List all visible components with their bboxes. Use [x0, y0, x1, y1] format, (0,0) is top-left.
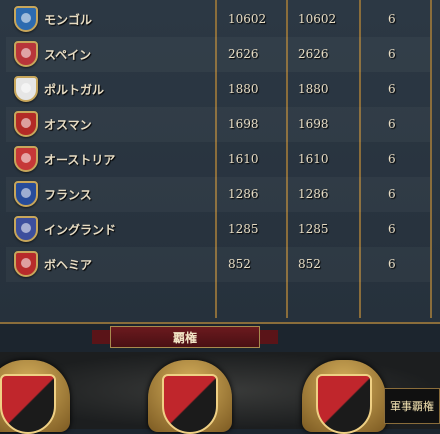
score-current: 1286 — [298, 187, 329, 201]
score-total: 1286 — [228, 187, 259, 201]
country-name: オスマン — [44, 118, 92, 132]
banner-ribbon-right — [258, 330, 278, 344]
rank-value: 6 — [388, 47, 396, 61]
country-name: イングランド — [44, 223, 117, 237]
country-name: ボヘミア — [44, 258, 93, 272]
score-current: 2626 — [298, 47, 329, 61]
red-yellow-shield-icon — [14, 41, 38, 67]
ranking-panel: モンゴル 10602 10602 6 スペイン 2626 2626 6 ポルトガル 1880 188… — [0, 0, 440, 324]
score-total: 1285 — [228, 222, 259, 236]
rank-value: 6 — [388, 152, 396, 166]
country-row[interactable]: オーストリア 1610 1610 6 — [6, 142, 430, 177]
rank-value: 6 — [388, 117, 396, 131]
hegemony-tooltip: 軍事覇権 — [384, 388, 440, 424]
country-name: スペイン — [44, 48, 92, 62]
score-current: 1610 — [298, 152, 329, 166]
country-name: モンゴル — [44, 13, 93, 27]
score-current: 1698 — [298, 117, 329, 131]
military-crest-icon[interactable] — [0, 360, 70, 434]
country-row[interactable]: モンゴル 10602 10602 6 — [6, 2, 430, 37]
country-row[interactable]: フランス 1286 1286 6 — [6, 177, 430, 212]
score-current: 1285 — [298, 222, 329, 236]
rank-value: 6 — [388, 187, 396, 201]
score-total: 852 — [228, 257, 251, 271]
hegemony-crests-area — [0, 352, 440, 434]
fleur-de-lis-shield-icon — [14, 181, 38, 207]
country-name: オーストリア — [44, 153, 116, 167]
trade-crest-icon[interactable] — [148, 360, 232, 434]
crescent-shield-icon — [14, 111, 38, 137]
rank-value: 6 — [388, 82, 396, 96]
rank-value: 6 — [388, 257, 396, 271]
country-row[interactable]: オスマン 1698 1698 6 — [6, 107, 430, 142]
blue-shield-icon — [14, 6, 38, 32]
score-current: 10602 — [298, 12, 337, 26]
banner-ribbon-left — [92, 330, 112, 344]
banner-label: 覇権 — [172, 330, 197, 345]
hegemony-banner: 覇権 — [110, 326, 260, 348]
culture-crest-icon[interactable] — [302, 360, 386, 434]
score-current: 852 — [298, 257, 321, 271]
country-name: フランス — [44, 188, 92, 202]
score-current: 1880 — [298, 82, 329, 96]
country-row[interactable]: スペイン 2626 2626 6 — [6, 37, 430, 72]
country-name: ポルトガル — [44, 83, 105, 97]
lion-shield-icon — [14, 251, 38, 277]
tooltip-label: 軍事覇権 — [390, 400, 434, 413]
score-total: 1610 — [228, 152, 259, 166]
country-row[interactable]: ポルトガル 1880 1880 6 — [6, 72, 430, 107]
column-divider — [430, 0, 432, 318]
country-row[interactable]: イングランド 1285 1285 6 — [6, 212, 430, 247]
white-blue-shield-icon — [14, 76, 38, 102]
score-total: 1698 — [228, 117, 259, 131]
score-total: 2626 — [228, 47, 259, 61]
quartered-shield-icon — [14, 216, 38, 242]
rank-value: 6 — [388, 12, 396, 26]
score-total: 10602 — [228, 12, 267, 26]
score-total: 1880 — [228, 82, 259, 96]
rank-value: 6 — [388, 222, 396, 236]
country-row[interactable]: ボヘミア 852 852 6 — [6, 247, 430, 282]
red-white-shield-icon — [14, 146, 38, 172]
